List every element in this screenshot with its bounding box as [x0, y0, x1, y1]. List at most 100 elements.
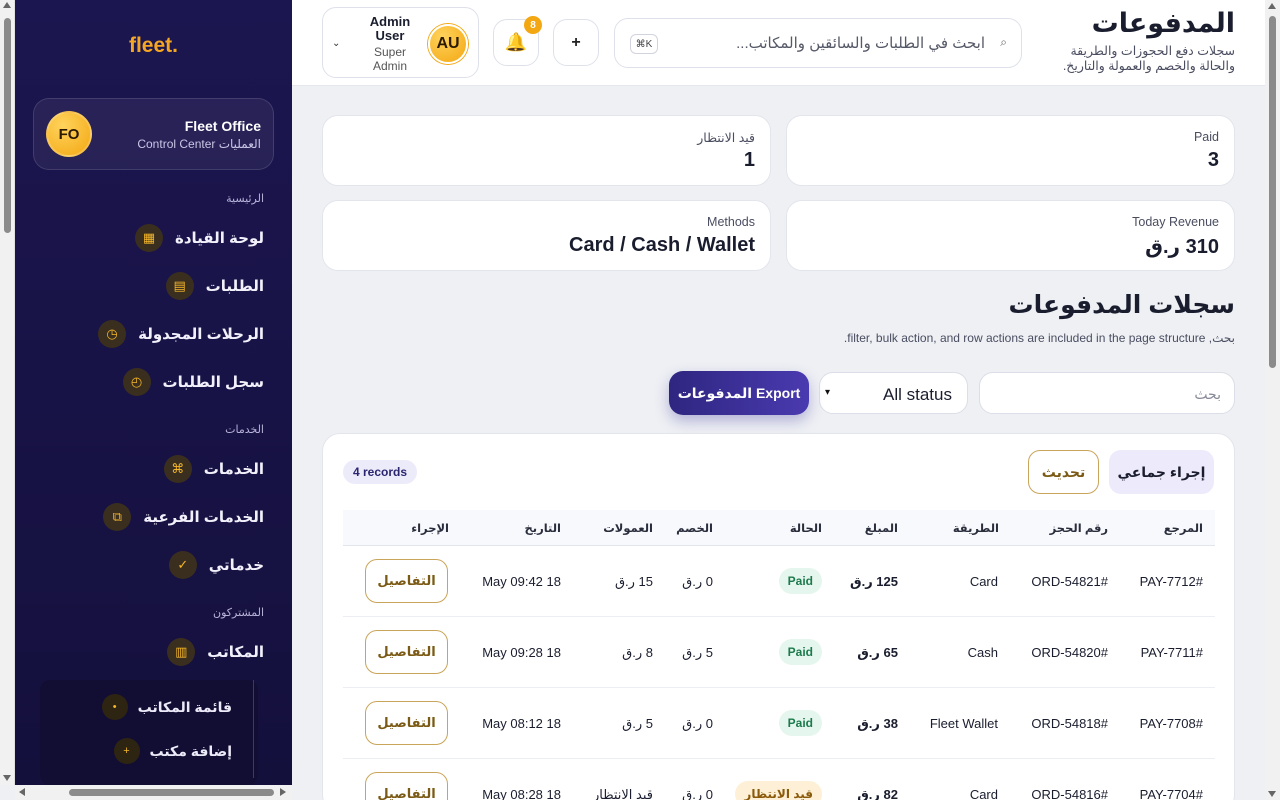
sidebar-item-label: خدماتي	[208, 557, 264, 574]
records-search-input[interactable]: بحث	[979, 372, 1235, 414]
scroll-up-arrow[interactable]	[3, 2, 11, 8]
sidebar-item-my-services[interactable]: خدماتي ✓	[168, 550, 264, 580]
table-row[interactable]: #PAY-7711 #ORD-54820 Cash 65 ر.ق Paid 5 …	[343, 617, 1215, 688]
main-content: المدفوعات سجلات دفع الحجوزات والطريقة وا…	[292, 0, 1265, 800]
table-row[interactable]: #PAY-7704 #ORD-54816 Card 82 ر.ق قيد الا…	[343, 759, 1215, 800]
status-filter-select[interactable]: All status ▾	[819, 372, 968, 414]
dashboard-icon: ▦	[135, 224, 163, 252]
sidebar-item-offices[interactable]: المكاتب ▥	[167, 637, 264, 667]
column-header[interactable]: الحالة	[790, 521, 822, 535]
add-button[interactable]: +	[553, 19, 599, 66]
sidebar-item-scheduled-trips[interactable]: الرحلات المجدولة ◷	[98, 319, 264, 349]
sidebar-item-label: الخدمات الفرعية	[143, 509, 264, 526]
sidebar-item-services[interactable]: الخدمات ⌘	[163, 454, 264, 484]
column-header[interactable]: رقم الحجز	[1050, 521, 1108, 535]
table-row[interactable]: #PAY-7712 #ORD-54821 Card 125 ر.ق Paid 0…	[343, 546, 1215, 617]
subitem-add-office[interactable]: إضافة مكتب +	[113, 738, 232, 764]
global-search-input[interactable]: ⌕ ابحث في الطلبات والسائقين والمكاتب... …	[614, 18, 1022, 68]
subitem-office-list[interactable]: قائمة المكاتب •	[101, 694, 232, 720]
column-header[interactable]: الخصم	[676, 521, 713, 535]
cell-date: 18 May 08:12	[482, 716, 561, 731]
sidebar-item-label: الخدمات	[203, 461, 264, 478]
cell-reference: #PAY-7708	[1139, 716, 1203, 731]
sidebar-scrollbar[interactable]	[0, 0, 15, 785]
scrollbar-thumb[interactable]	[1269, 16, 1276, 368]
column-header[interactable]: التاريخ	[525, 521, 562, 535]
table-row[interactable]: #PAY-7708 #ORD-54818 Fleet Wallet 38 ر.ق…	[343, 688, 1215, 759]
submenu-rail	[253, 680, 254, 778]
user-menu[interactable]: AU Admin User Super Admin ⌄	[322, 7, 479, 78]
refresh-button[interactable]: تحديث	[1028, 450, 1099, 494]
cell-reference: #PAY-7711	[1140, 645, 1203, 660]
column-header[interactable]: الإجراء	[411, 521, 449, 535]
cell-amount: 38 ر.ق	[857, 716, 898, 731]
nav-section-services: الخدمات	[225, 424, 264, 436]
cell-date: 18 May 09:42	[482, 574, 561, 589]
user-name: Admin User	[369, 14, 411, 43]
check-icon: ✓	[168, 551, 197, 579]
stat-label: Today Revenue	[1132, 215, 1219, 229]
column-header[interactable]: العمولات	[603, 521, 653, 535]
status-badge: Paid	[778, 710, 822, 736]
page-title: المدفوعات	[1091, 8, 1235, 38]
notifications-button[interactable]: 🔔 8	[493, 16, 542, 66]
cell-discount: 0 ر.ق	[682, 574, 713, 589]
cell-amount: 65 ر.ق	[857, 645, 898, 660]
cell-commission: 5 ر.ق	[622, 716, 653, 731]
sidebar: fleet. FO Fleet Office العمليات Control …	[15, 0, 292, 785]
stat-label: Paid	[1193, 130, 1219, 144]
cell-discount: 0 ر.ق	[682, 787, 713, 800]
office-subtitle: العمليات Control Center	[137, 137, 261, 151]
keyboard-shortcut-badge: ⌘K	[630, 34, 658, 54]
details-button[interactable]: التفاصيل	[365, 772, 448, 800]
details-button[interactable]: التفاصيل	[365, 559, 448, 603]
export-button[interactable]: Export المدفوعات	[669, 371, 809, 415]
scrollbar-thumb[interactable]	[4, 18, 11, 233]
column-header[interactable]: المبلغ	[865, 521, 898, 535]
subitem-label: قائمة المكاتب	[137, 698, 232, 715]
dot-icon: •	[101, 694, 128, 720]
page-scrollbar[interactable]	[1265, 0, 1280, 800]
cell-booking: #ORD-54816	[1031, 787, 1108, 800]
cell-commission: 15 ر.ق	[614, 574, 653, 589]
sidebar-item-label: سجل الطلبات	[162, 374, 264, 391]
cell-reference: #PAY-7712	[1139, 574, 1203, 589]
cell-method: Fleet Wallet	[929, 716, 998, 731]
details-button[interactable]: التفاصيل	[365, 630, 448, 674]
sidebar-horizontal-scrollbar[interactable]	[15, 785, 292, 800]
sidebar-item-sub-services[interactable]: الخدمات الفرعية ⧉	[103, 502, 264, 532]
cell-discount: 5 ر.ق	[682, 645, 713, 660]
stat-value: Card / Cash / Wallet	[569, 234, 755, 256]
plus-icon: +	[571, 33, 581, 51]
scroll-down-arrow[interactable]	[1268, 791, 1276, 797]
scroll-down-arrow[interactable]	[3, 775, 11, 781]
sidebar-item-label: لوحة القيادة	[175, 230, 264, 247]
notification-count-badge: 8	[524, 16, 542, 34]
cell-booking: #ORD-54818	[1031, 716, 1108, 731]
sidebar-item-order-log[interactable]: سجل الطلبات ◴	[122, 367, 264, 397]
stat-value: 1	[743, 149, 755, 171]
stat-value: 310 ر.ق	[1145, 236, 1219, 258]
scroll-right-arrow[interactable]	[280, 788, 286, 796]
fleet-logo[interactable]: fleet.	[15, 34, 292, 58]
subitem-label: إضافة مكتب	[149, 742, 232, 759]
sidebar-item-dashboard[interactable]: لوحة القيادة ▦	[135, 223, 264, 253]
sidebar-item-orders[interactable]: الطلبات ▤	[165, 271, 264, 301]
chevron-down-icon[interactable]: ⌄	[332, 38, 340, 49]
records-count-badge: 4 records	[343, 460, 418, 484]
table-header: المرجع رقم الحجز الطريقة المبلغ الحالة ا…	[343, 510, 1215, 546]
bulk-action-button[interactable]: إجراء جماعي	[1109, 450, 1214, 494]
status-badge: قيد الانتظار	[735, 781, 822, 800]
cell-reference: #PAY-7704	[1139, 787, 1203, 800]
column-header[interactable]: الطريقة	[953, 521, 999, 535]
scroll-left-arrow[interactable]	[19, 788, 25, 796]
section-title: سجلات المدفوعات	[1008, 291, 1235, 319]
scrollbar-thumb[interactable]	[69, 789, 274, 796]
column-header[interactable]: المرجع	[1164, 521, 1203, 535]
page-description: سجلات دفع الحجوزات والطريقة والحالة والخ…	[1062, 44, 1235, 73]
details-button[interactable]: التفاصيل	[365, 701, 448, 745]
offices-submenu: قائمة المكاتب • إضافة مكتب +	[40, 680, 258, 785]
cell-method: Card	[969, 574, 998, 589]
office-card[interactable]: FO Fleet Office العمليات Control Center	[33, 98, 274, 170]
scroll-up-arrow[interactable]	[1268, 3, 1276, 9]
